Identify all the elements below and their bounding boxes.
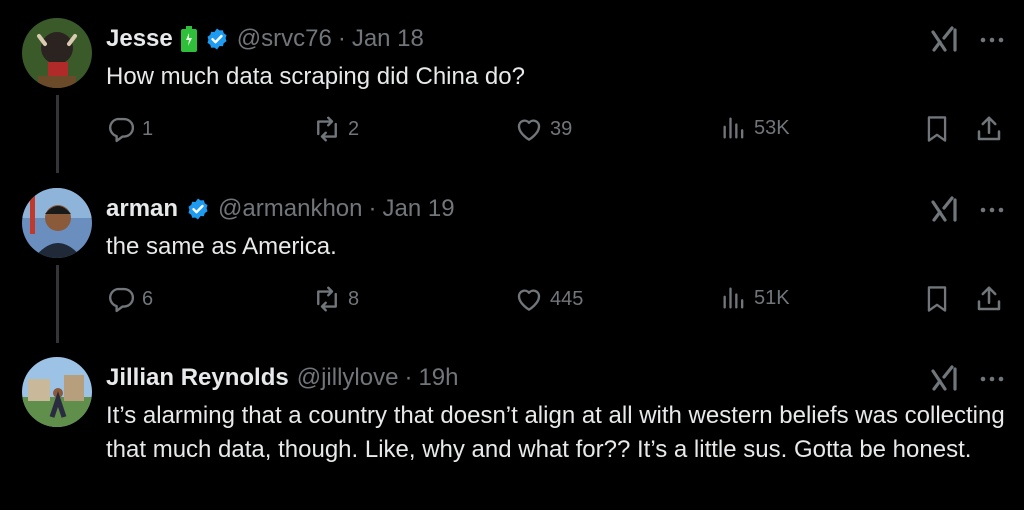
reply-button[interactable]: 6 xyxy=(106,284,153,314)
share-button[interactable] xyxy=(974,114,1004,144)
user-handle[interactable]: @srvc76 xyxy=(237,24,332,54)
tweet-2[interactable]: arman @armankhon · Jan 19 the same as Am… xyxy=(0,188,1024,338)
verified-badge-icon[interactable] xyxy=(186,197,210,221)
avatar[interactable] xyxy=(22,188,92,258)
grok-icon[interactable] xyxy=(930,363,962,395)
tweet-header: Jesse @srvc76 · Jan 18 xyxy=(106,24,424,54)
reply-count: 1 xyxy=(142,117,154,140)
views-icon xyxy=(723,287,744,309)
separator-dot: · xyxy=(368,195,377,222)
separator-dot: · xyxy=(404,364,413,391)
views-icon xyxy=(723,117,744,139)
views-button[interactable]: 53K xyxy=(720,114,790,142)
views-button[interactable]: 51K xyxy=(720,284,790,312)
verified-badge-icon[interactable] xyxy=(205,27,229,51)
share-icon xyxy=(977,286,1001,311)
repost-button[interactable]: 8 xyxy=(312,284,359,314)
battery-icon xyxy=(180,26,197,52)
like-icon xyxy=(517,119,541,141)
views-count: 51K xyxy=(754,286,790,309)
timestamp[interactable]: Jan 18 xyxy=(352,24,424,54)
repost-icon xyxy=(317,286,337,312)
repost-icon xyxy=(317,116,337,142)
tweet-text: It’s alarming that a country that doesn’… xyxy=(106,402,1005,463)
more-options-icon[interactable] xyxy=(978,28,1006,52)
share-icon xyxy=(977,116,1001,141)
bookmark-button[interactable] xyxy=(924,114,950,144)
reply-button[interactable]: 1 xyxy=(106,114,153,144)
share-button[interactable] xyxy=(974,284,1004,314)
reply-icon xyxy=(109,287,135,313)
action-bar: 1 2 39 53K xyxy=(0,114,1024,154)
user-handle[interactable]: @jillylove xyxy=(297,363,399,393)
avatar[interactable] xyxy=(22,357,92,427)
display-name[interactable]: arman xyxy=(106,194,178,224)
user-handle[interactable]: @armankhon xyxy=(218,194,362,224)
bookmark-icon xyxy=(927,286,947,312)
tweet-header: arman @armankhon · Jan 19 xyxy=(106,194,455,224)
tweet-text: the same as America. xyxy=(106,233,337,260)
reply-icon xyxy=(109,117,135,143)
separator-dot: · xyxy=(337,25,346,52)
reply-count: 6 xyxy=(142,287,154,310)
more-options-icon[interactable] xyxy=(978,367,1006,391)
tweet-1[interactable]: Jesse @srvc76 · Jan 18 How much data scr… xyxy=(0,18,1024,168)
repost-count: 2 xyxy=(348,117,360,140)
action-bar: 6 8 445 51K xyxy=(0,284,1024,324)
display-name[interactable]: Jesse xyxy=(106,24,173,54)
like-button[interactable]: 445 xyxy=(514,284,583,314)
tweet-text: How much data scraping did China do? xyxy=(106,63,525,90)
grok-icon[interactable] xyxy=(930,194,962,226)
repost-button[interactable]: 2 xyxy=(312,114,359,144)
views-count: 53K xyxy=(754,116,790,139)
repost-count: 8 xyxy=(348,287,360,310)
like-icon xyxy=(517,289,541,311)
avatar[interactable] xyxy=(22,18,92,88)
more-options-icon[interactable] xyxy=(978,198,1006,222)
like-count: 445 xyxy=(550,287,584,310)
timestamp[interactable]: 19h xyxy=(418,363,458,393)
timestamp[interactable]: Jan 19 xyxy=(382,194,454,224)
tweet-3[interactable]: Jillian Reynolds @jillylove · 19h It’s a… xyxy=(0,357,1024,510)
display-name[interactable]: Jillian Reynolds xyxy=(106,363,289,393)
grok-icon[interactable] xyxy=(930,24,962,56)
tweet-header: Jillian Reynolds @jillylove · 19h xyxy=(106,363,458,393)
like-count: 39 xyxy=(550,117,573,140)
like-button[interactable]: 39 xyxy=(514,114,572,144)
bookmark-button[interactable] xyxy=(924,284,950,314)
bookmark-icon xyxy=(927,116,947,142)
